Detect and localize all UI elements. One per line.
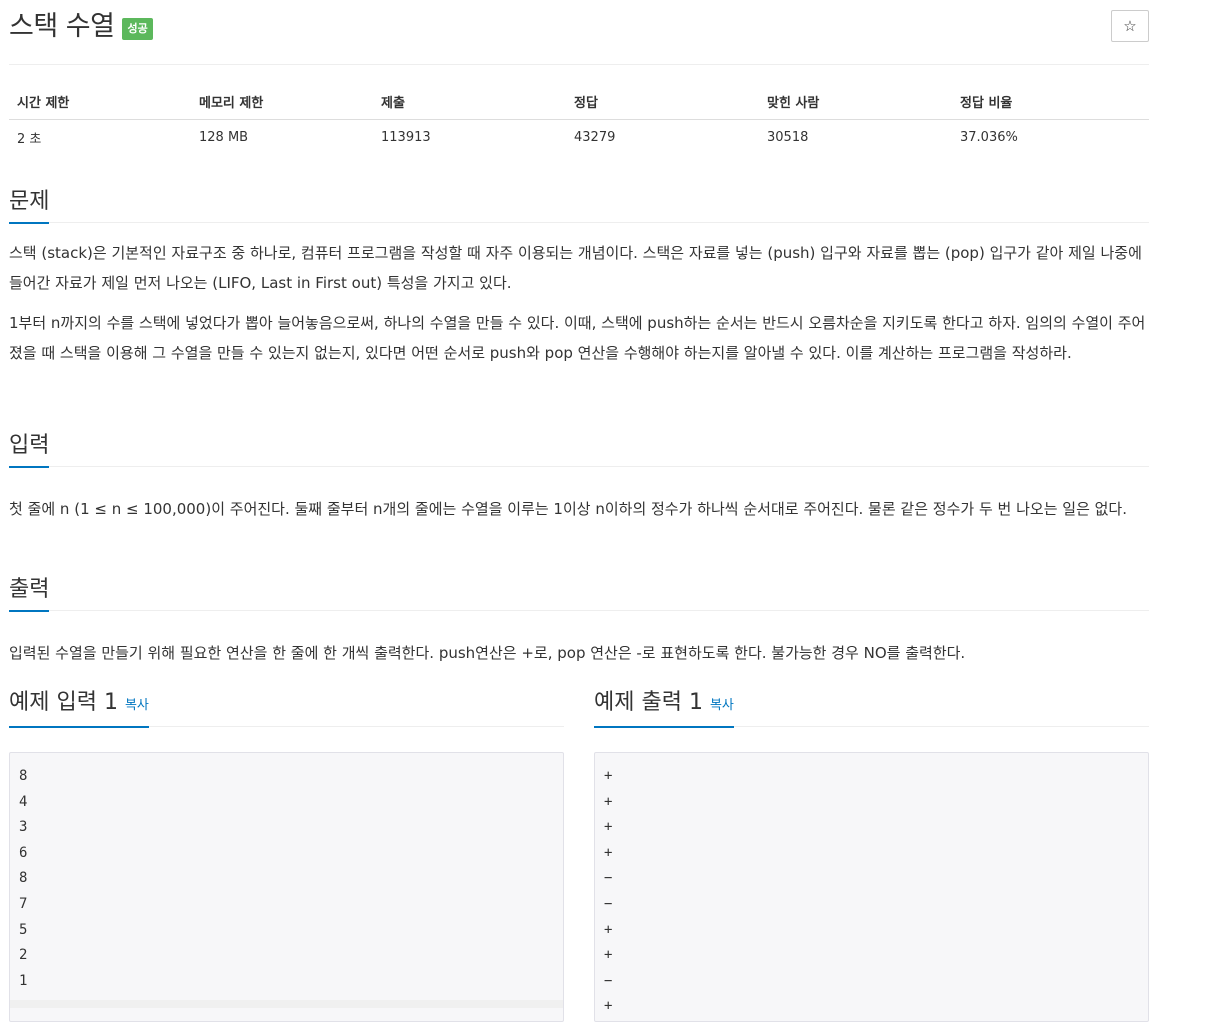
sample-output-title: 예제 출력 1 복사 [594,690,734,728]
sample-output-line: − [604,972,613,989]
problem-info-table: 시간 제한 메모리 제한 제출 정답 맞힌 사람 정답 비율 2 초 128 M… [9,84,1149,155]
sample-output-line: − [604,870,613,887]
problem-page: 스택 수열 성공 ☆ 시간 제한 메모리 제한 제출 정답 맞힌 사람 정답 비… [9,0,1149,1022]
problem-description-section: 문제 스택 (stack)은 기본적인 자료구조 중 하나로, 컴퓨터 프로그램… [9,186,1149,368]
sample-input-line: 7 [19,895,28,912]
info-header-solvers: 맞힌 사람 [759,84,952,120]
sample-output-section: 예제 출력 1 복사 [594,690,1149,728]
sample-input-line: 8 [19,768,28,784]
sample-output-line: + [604,793,613,810]
sample-input-line: 6 [19,844,28,861]
problem-output-paragraph: 입력된 수열을 만들기 위해 필요한 연산을 한 줄에 한 개씩 출력한다. p… [9,644,966,662]
problem-input-section: 입력 첫 줄에 n (1 ≤ n ≤ 100,000)이 주어진다. 둘째 줄부… [9,430,1149,524]
problem-input-paragraph: 첫 줄에 n (1 ≤ n ≤ 100,000)이 주어진다. 둘째 줄부터 n… [9,500,1127,518]
sample-output-line: + [604,998,613,1015]
sample-input-line: 8 [19,870,28,887]
problem-description-title: 문제 [9,189,50,224]
sample-input-line: 4 [19,793,28,810]
sample-input-headline: 예제 입력 1 복사 [9,690,564,728]
sample-input-line: 2 [19,947,28,964]
sample-output-box[interactable]: + + + + − − + + − + [594,752,1149,1022]
status-badge: 성공 [122,18,153,40]
sample-input-title: 예제 입력 1 복사 [9,690,149,728]
sample-output-headline: 예제 출력 1 복사 [594,690,1149,728]
sample-output-line: + [604,921,613,938]
info-header-row: 시간 제한 메모리 제한 제출 정답 맞힌 사람 정답 비율 [9,84,1149,120]
info-value-submissions: 113913 [381,130,431,145]
title-row: 스택 수열 성공 [9,9,153,45]
problem-description-paragraph-1: 스택 (stack)은 기본적인 자료구조 중 하나로, 컴퓨터 프로그램을 작… [9,244,1142,292]
star-button[interactable]: ☆ [1111,10,1149,42]
info-header-accepted: 정답 [566,84,759,120]
sample-output-line: − [604,895,613,912]
problem-title: 스택 수열 [9,11,115,42]
sample-input-title-text: 예제 입력 1 [9,690,118,715]
info-header-memory-limit: 메모리 제한 [191,84,373,120]
problem-output-headline: 출력 [9,574,1149,612]
info-value-memory-limit: 128 MB [199,130,249,145]
sample-input-horizontal-scrollbar[interactable] [10,1000,563,1008]
sample-input-line: 5 [19,921,28,938]
info-value-accepted: 43279 [574,130,616,145]
info-header-ratio: 정답 비율 [952,84,1149,120]
info-header-submissions: 제출 [373,84,566,120]
sample-output-title-text: 예제 출력 1 [594,690,703,715]
problem-input-headline: 입력 [9,430,1149,468]
sample-output-line: + [604,819,613,836]
sample-output-line: + [604,768,613,784]
info-value-solvers: 30518 [767,130,809,145]
info-value-time-limit: 2 초 [17,132,42,147]
problem-header: 스택 수열 성공 ☆ [9,0,1149,65]
problem-input-title: 입력 [9,433,50,468]
sample-output-line: + [604,947,613,964]
sample-input-line: 3 [19,819,28,836]
copy-sample-output-button[interactable]: 복사 [710,698,734,713]
problem-output-title: 출력 [9,577,50,612]
sample-input-section: 예제 입력 1 복사 [9,690,564,728]
star-icon: ☆ [1123,17,1137,35]
problem-output-section: 출력 입력된 수열을 만들기 위해 필요한 연산을 한 줄에 한 개씩 출력한다… [9,574,1149,668]
copy-sample-input-button[interactable]: 복사 [125,698,149,713]
sample-input-box[interactable]: 8 4 3 6 8 7 5 2 1 [9,752,564,1022]
sample-output-line: + [604,844,613,861]
problem-description-headline: 문제 [9,186,1149,224]
info-header-time-limit: 시간 제한 [9,84,191,120]
sample-input-line: 1 [19,972,28,989]
problem-description-paragraph-2: 1부터 n까지의 수를 스택에 넣었다가 뽑아 늘어놓음으로써, 하나의 수열을… [9,314,1146,362]
info-value-ratio: 37.036% [960,130,1018,145]
info-value-row: 2 초 128 MB 113913 43279 30518 37.036% [9,120,1149,156]
